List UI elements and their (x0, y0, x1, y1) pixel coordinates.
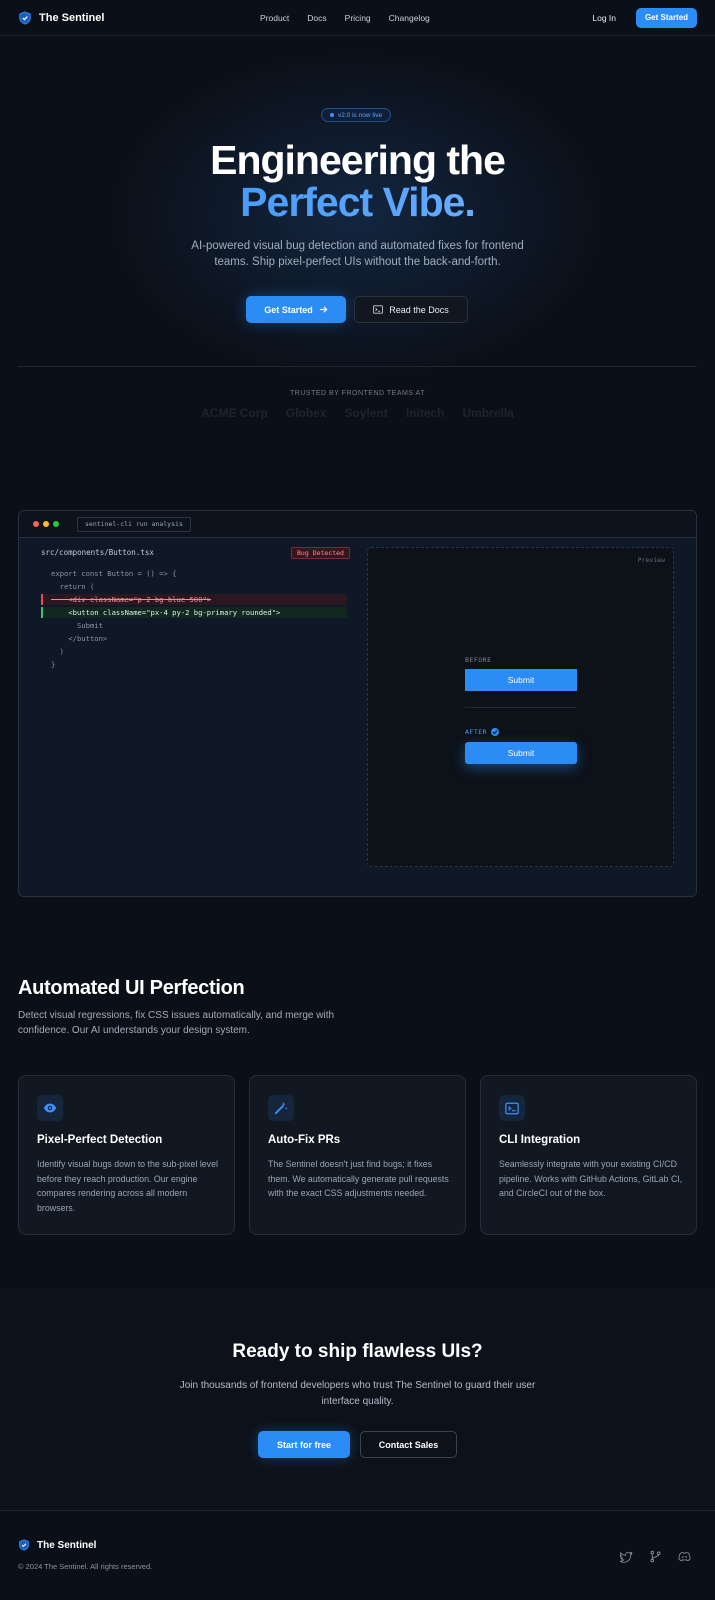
logo-globex: Globex (285, 406, 327, 420)
hero-title-line1: Engineering the (210, 137, 506, 183)
hero-buttons: Get Started Read the Docs (246, 296, 468, 323)
trusted-label: TRUSTED BY FRONTEND TEAMS AT (290, 390, 425, 397)
after-label-row: AFTER (465, 728, 500, 736)
contact-sales-button[interactable]: Contact Sales (360, 1431, 457, 1458)
code-pane: src/components/Button.tsx Bug Detected e… (19, 539, 359, 896)
top-nav: The Sentinel Product Docs Pricing Change… (0, 0, 715, 36)
code-line-6: </button> (51, 634, 108, 643)
hero-title-line2: Perfect Vibe. (0, 180, 715, 224)
hero-section: v2.0 is now live Engineering the Perfect… (0, 36, 715, 466)
feature-text: Identify visual bugs down to the sub-pix… (37, 1159, 218, 1213)
terminal-icon (373, 305, 384, 314)
nav-actions: Log In Get Started (592, 7, 697, 28)
demo-titlebar: sentinel-cli run analysis (19, 511, 696, 538)
nav-link-changelog[interactable]: Changelog (389, 13, 430, 23)
cli-command: sentinel-cli run analysis (77, 516, 191, 532)
features-subtitle: Detect visual regressions, fix CSS issue… (18, 1010, 335, 1036)
after-submit-button[interactable]: Submit (465, 742, 577, 764)
feature-card-detection: Pixel-Perfect Detection Identify visual … (18, 1075, 235, 1235)
nav-links: Product Docs Pricing Changelog (260, 13, 430, 23)
code-line-added: <button className="px-4 py-2 bg-primary … (41, 607, 347, 618)
feature-card-cli: CLI Integration Seamlessly integrate wit… (480, 1075, 697, 1235)
nav-link-product[interactable]: Product (260, 13, 289, 23)
code-line-2: return ( (51, 582, 95, 591)
features-title: Automated UI Perfection (18, 977, 245, 999)
nav-link-pricing[interactable]: Pricing (345, 13, 371, 23)
feature-title: CLI Integration (499, 1134, 581, 1146)
login-link[interactable]: Log In (592, 13, 616, 23)
code-line-8: } (51, 660, 56, 669)
twitter-icon[interactable] (620, 1550, 633, 1563)
logo-initech: Initech (405, 406, 445, 420)
maximize-dot-icon (53, 521, 59, 527)
preview-pane: Preview BEFORE Submit AFTER Submit (367, 547, 674, 867)
badge-dot-icon (330, 113, 334, 117)
demo-window: sentinel-cli run analysis src/components… (18, 510, 697, 897)
read-docs-button[interactable]: Read the Docs (354, 296, 468, 323)
code-line-1: export const Button = () => { (51, 569, 177, 578)
hero-subtitle: AI-powered visual bug detection and auto… (191, 240, 524, 268)
code-filename: src/components/Button.tsx (41, 548, 154, 557)
code-line-5: Submit (51, 621, 103, 630)
code-line-removed: <div className="p-2 bg-blue-500"> (41, 594, 347, 605)
feature-text: The Sentinel doesn't just find bugs; it … (268, 1159, 449, 1198)
minimize-dot-icon (43, 521, 49, 527)
logo-acme: ACME Corp (201, 406, 268, 420)
logo-umbrella: Umbrella (462, 406, 514, 420)
cta-buttons: Start for free Contact Sales (258, 1431, 457, 1458)
customer-logos: ACME Corp Globex Soylent Initech Umbrell… (0, 406, 715, 420)
cta-subtitle: Join thousands of frontend developers wh… (179, 1380, 536, 1407)
footer-brand[interactable]: The Sentinel (18, 1539, 96, 1551)
before-label: BEFORE (465, 656, 492, 664)
copyright: © 2024 The Sentinel. All rights reserved… (18, 1562, 153, 1571)
bug-detected-badge: Bug Detected (291, 547, 350, 559)
after-label: AFTER (465, 728, 488, 736)
read-docs-label: Read the Docs (389, 304, 449, 315)
nav-link-docs[interactable]: Docs (307, 13, 326, 23)
badge-text: v2.0 is now live (338, 111, 383, 119)
start-free-button[interactable]: Start for free (258, 1431, 350, 1458)
nav-get-started-button[interactable]: Get Started (636, 7, 697, 28)
before-submit-button[interactable]: Submit (465, 669, 577, 691)
hero-get-started-button[interactable]: Get Started (246, 296, 346, 323)
hero-get-started-label: Get Started (264, 304, 313, 315)
logo-soylent: Soylent (344, 406, 388, 420)
brand-name: The Sentinel (39, 11, 105, 24)
shield-logo-icon (19, 10, 31, 25)
feature-card-autofix: Auto-Fix PRs The Sentinel doesn't just f… (249, 1075, 466, 1235)
footer-brand-name: The Sentinel (37, 1539, 97, 1551)
magic-wand-icon (268, 1095, 294, 1121)
preview-divider (465, 707, 577, 708)
arrow-right-icon (319, 306, 328, 313)
hero-divider (18, 366, 697, 367)
git-branch-icon[interactable] (649, 1550, 662, 1563)
code-line-7: ) (51, 647, 64, 656)
eye-icon (37, 1095, 63, 1121)
close-dot-icon (33, 521, 39, 527)
terminal-icon (499, 1095, 525, 1121)
feature-title: Auto-Fix PRs (268, 1134, 341, 1146)
social-links (620, 1550, 691, 1563)
version-badge[interactable]: v2.0 is now live (321, 108, 392, 122)
discord-icon[interactable] (678, 1550, 691, 1563)
shield-logo-icon (19, 1539, 29, 1551)
feature-text: Seamlessly integrate with your existing … (499, 1159, 683, 1198)
preview-label: Preview (637, 556, 665, 564)
cta-section: Ready to ship flawless UIs? Join thousan… (0, 1288, 715, 1511)
brand[interactable]: The Sentinel (18, 10, 105, 25)
cta-title: Ready to ship flawless UIs? (232, 1341, 483, 1362)
check-circle-icon (491, 728, 500, 736)
feature-title: Pixel-Perfect Detection (37, 1134, 163, 1146)
